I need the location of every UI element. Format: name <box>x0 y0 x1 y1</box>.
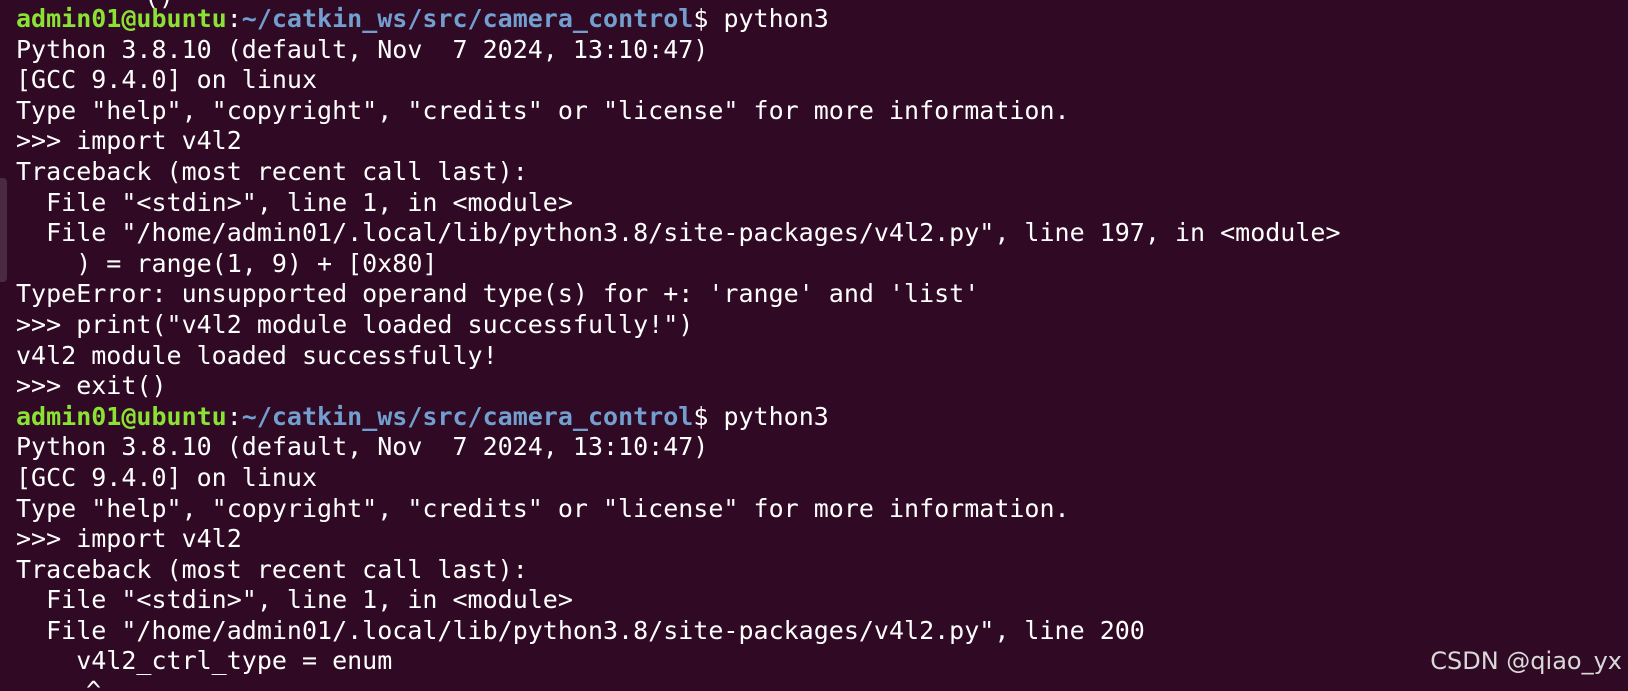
output-line: Python 3.8.10 (default, Nov 7 2024, 13:1… <box>16 432 709 462</box>
prompt-path: ~/catkin_ws/src/camera_control <box>241 4 694 33</box>
terminal-window[interactable]: () admin01@ubuntu:~/catkin_ws/src/camera… <box>0 0 1628 691</box>
output-line: [GCC 9.4.0] on linux <box>16 462 318 492</box>
prompt-line: admin01@ubuntu:~/catkin_ws/src/camera_co… <box>16 4 1341 35</box>
output-line: File "/home/admin01/.local/lib/python3.8… <box>16 615 1145 645</box>
output-line: >>> import v4l2 <box>16 126 242 156</box>
output-line: TypeError: unsupported operand type(s) f… <box>16 279 980 309</box>
output-line: Type "help", "copyright", "credits" or "… <box>16 493 1070 523</box>
prompt-command: python3 <box>723 4 829 33</box>
prompt-user-host: admin01@ubuntu <box>16 401 227 431</box>
output-line: >>> import v4l2 <box>16 524 242 554</box>
prompt-separator: : <box>226 4 242 33</box>
output-line: Traceback (most recent call last): <box>16 554 528 584</box>
csdn-watermark: CSDN @qiao_yx <box>1430 647 1622 675</box>
prompt-path: ~/catkin_ws/src/camera_control <box>241 401 694 431</box>
output-line: Type "help", "copyright", "credits" or "… <box>16 95 1070 125</box>
output-line: File "<stdin>", line 1, in <module> <box>16 585 573 615</box>
output-line: >>> print("v4l2 module loaded successful… <box>16 309 694 339</box>
terminal-output: admin01@ubuntu:~/catkin_ws/src/camera_co… <box>16 4 1341 677</box>
prompt-separator: : <box>226 401 242 431</box>
output-line: File "/home/admin01/.local/lib/python3.8… <box>16 218 1341 248</box>
output-line: v4l2_ctrl_type = enum <box>16 646 393 676</box>
output-line: [GCC 9.4.0] on linux <box>16 65 318 95</box>
output-line: v4l2 module loaded successfully! <box>16 340 498 370</box>
scrollbar-thumb[interactable] <box>0 178 7 282</box>
output-line: Traceback (most recent call last): <box>16 156 528 186</box>
prompt-command: python3 <box>723 401 829 431</box>
output-line: >>> exit() <box>16 371 167 401</box>
output-line: File "<stdin>", line 1, in <module> <box>16 187 573 217</box>
output-line: Python 3.8.10 (default, Nov 7 2024, 13:1… <box>16 34 709 64</box>
prompt-line: admin01@ubuntu:~/catkin_ws/src/camera_co… <box>16 402 1341 433</box>
prompt-symbol: $ <box>693 4 724 33</box>
prompt-user-host: admin01@ubuntu <box>16 4 227 33</box>
clipped-bottom-line: ^ <box>86 676 102 691</box>
output-line: ) = range(1, 9) + [0x80] <box>16 248 438 278</box>
prompt-symbol: $ <box>693 401 724 431</box>
